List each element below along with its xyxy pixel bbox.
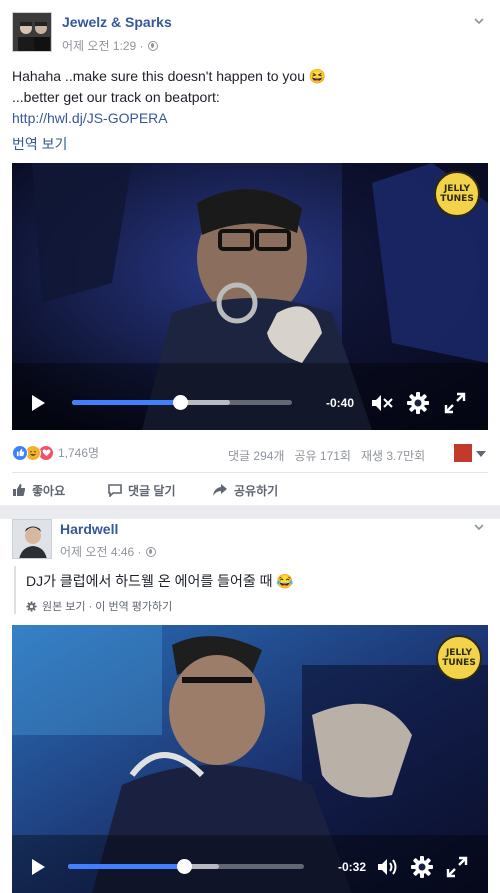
play-icon[interactable]: [32, 395, 45, 411]
chevron-down-icon[interactable]: [474, 16, 484, 26]
post-text-line: ...better get our track on beatport:: [12, 89, 220, 105]
share-count[interactable]: 공유 171회: [294, 447, 350, 464]
comment-icon: [108, 484, 122, 497]
reaction-count[interactable]: 1,746명: [58, 444, 99, 461]
video-controls: -0:40: [12, 383, 488, 423]
post-actions: 좋아요 댓글 달기 공유하기: [12, 475, 488, 505]
jelly-tunes-logo: JELLY TUNES: [436, 635, 482, 681]
reactions-bar: 1,746명 댓글 294개 공유 171회 재생 3.7만회: [0, 440, 500, 466]
logo-line: TUNES: [442, 658, 476, 668]
logo-line: TUNES: [440, 194, 474, 204]
viewer-avatar[interactable]: [454, 444, 472, 462]
logo-line: JELLY: [443, 184, 471, 194]
seek-handle[interactable]: [176, 859, 192, 874]
seek-progress: [68, 864, 184, 869]
video-player[interactable]: JELLY TUNES -0:32: [12, 625, 488, 893]
seek-bar[interactable]: [72, 395, 292, 410]
post-text-line: Hahaha ..make sure this doesn't happen t…: [12, 68, 327, 84]
speaker-icon[interactable]: [376, 857, 400, 877]
see-translation-link[interactable]: 번역 보기: [12, 134, 67, 154]
jelly-tunes-logo: JELLY TUNES: [434, 171, 480, 217]
author-name[interactable]: Hardwell: [60, 521, 118, 537]
see-original-link[interactable]: 원본 보기 · 이 번역 평가하기: [42, 598, 172, 614]
view-count: 재생 3.7만회: [360, 449, 426, 463]
time-remaining: -0:40: [326, 396, 355, 410]
comment-label: 댓글 달기: [128, 483, 176, 498]
play-icon[interactable]: [32, 859, 45, 875]
post-body: Hahaha ..make sure this doesn't happen t…: [12, 68, 482, 127]
author-avatar[interactable]: [12, 12, 52, 52]
chevron-down-icon[interactable]: [474, 522, 484, 532]
gear-icon[interactable]: [410, 855, 434, 879]
share-button[interactable]: 공유하기: [212, 475, 332, 505]
post-timestamp[interactable]: 어제 오전 1:29 ·: [62, 37, 158, 54]
caret-down-icon[interactable]: [476, 451, 486, 457]
timestamp-text[interactable]: 어제 오전 4:46 ·: [60, 543, 142, 560]
fullscreen-icon[interactable]: [446, 856, 468, 878]
comment-button[interactable]: 댓글 달기: [108, 475, 212, 505]
author-avatar[interactable]: [12, 519, 52, 559]
globe-icon: [145, 546, 156, 557]
logo-line: JELLY: [445, 648, 473, 658]
seek-bar[interactable]: [68, 859, 304, 874]
video-player[interactable]: JELLY TUNES -0:40: [12, 163, 488, 430]
fullscreen-icon[interactable]: [444, 392, 466, 414]
timestamp-text[interactable]: 어제 오전 1:29 ·: [62, 37, 144, 54]
gear-icon: [26, 600, 37, 612]
author-name[interactable]: Jewelz & Sparks: [62, 14, 172, 30]
time-remaining: -0:32: [338, 860, 367, 874]
post-text: DJ가 클럽에서 하드웰 온 에어를 들어줄 때 😂: [26, 573, 294, 589]
thumbs-up-icon: [13, 484, 26, 496]
comment-count[interactable]: 댓글 294개: [228, 447, 284, 464]
gear-icon[interactable]: [406, 391, 430, 415]
seek-progress: [72, 400, 180, 405]
share-icon: [213, 484, 227, 496]
muted-speaker-icon[interactable]: [370, 393, 394, 413]
feed-separator: [0, 505, 500, 519]
like-button[interactable]: 좋아요: [12, 475, 108, 505]
divider: [12, 472, 488, 473]
post-link[interactable]: http://hwl.dj/JS-GOPERA: [12, 110, 482, 127]
engagement-stats: 댓글 294개 공유 171회 재생 3.7만회: [228, 447, 425, 464]
seek-handle[interactable]: [172, 395, 188, 410]
reaction-summary[interactable]: 1,746명: [12, 444, 99, 461]
video-controls: -0:32: [12, 847, 488, 887]
like-reaction-icon: [12, 444, 28, 461]
see-original-row: 원본 보기 · 이 번역 평가하기: [26, 598, 172, 614]
like-label: 좋아요: [32, 483, 66, 498]
share-label: 공유하기: [234, 483, 279, 498]
translation-quote-bar: [14, 566, 16, 614]
globe-icon: [147, 40, 158, 51]
post-timestamp[interactable]: 어제 오전 4:46 ·: [60, 543, 156, 560]
